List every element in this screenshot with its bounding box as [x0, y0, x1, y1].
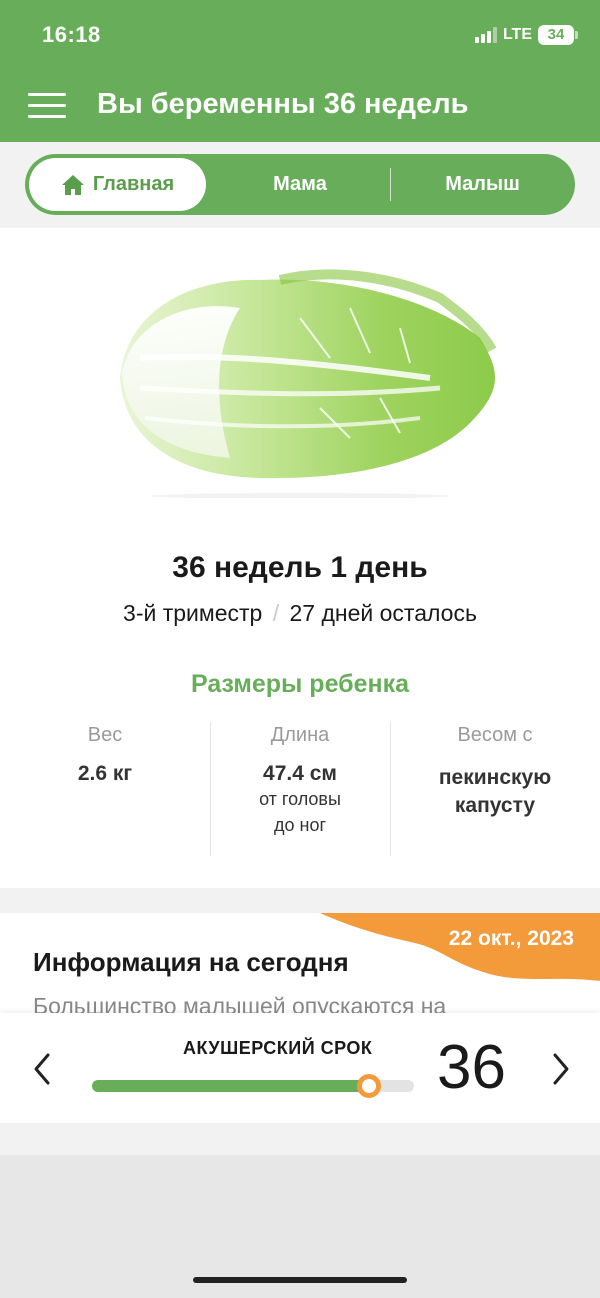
- home-icon: [61, 174, 84, 195]
- tab-mama[interactable]: Мама: [215, 158, 385, 211]
- tabs-bar: Главная Мама Малыш: [0, 142, 600, 228]
- week-summary-card: 36 недель 1 день 3-й триместр / 27 дней …: [0, 228, 600, 888]
- current-week-number: 36: [437, 1033, 506, 1102]
- signal-icon: [474, 27, 497, 43]
- prev-week-button[interactable]: [28, 1049, 58, 1089]
- hamburger-menu-icon[interactable]: [28, 90, 68, 122]
- baby-size-title: Размеры ребенка: [190, 670, 410, 698]
- length-note-1: от головы: [259, 789, 341, 809]
- compare-value-line-1: пекинскую: [438, 766, 552, 789]
- trimester-separator: /: [272, 600, 280, 626]
- segmented-tabs: Главная Мама Малыш: [25, 154, 575, 215]
- week-picker: АКУШЕРСКИЙ СРОК 36: [0, 1013, 600, 1123]
- column-divider: [390, 722, 391, 856]
- chevron-right-icon: [553, 1053, 569, 1085]
- status-indicators: LTE 34: [474, 25, 578, 45]
- obstetric-term-label: АКУШЕРСКИЙ СРОК: [183, 1038, 373, 1058]
- tab-baby[interactable]: Малыш: [395, 158, 570, 211]
- chevron-left-icon: [34, 1053, 50, 1085]
- compare-value-line-2: капусту: [454, 794, 536, 817]
- weight-value: 2.6 кг: [77, 762, 133, 785]
- tab-home-label: Главная: [92, 173, 175, 195]
- tab-home[interactable]: Главная: [29, 158, 206, 211]
- week-slider[interactable]: [92, 1074, 414, 1098]
- week-day-title: 36 недель 1 день: [172, 551, 428, 584]
- week-slider-thumb[interactable]: [356, 1074, 381, 1098]
- home-indicator[interactable]: [193, 1277, 407, 1283]
- tab-divider: [390, 168, 391, 201]
- days-left-text: 27 дней осталось: [289, 600, 477, 626]
- compare-column: Весом с пекинскую капусту: [405, 724, 585, 820]
- compare-value: пекинскую капусту: [405, 764, 585, 820]
- next-week-button[interactable]: [545, 1049, 575, 1089]
- info-date: 22 окт., 2023: [448, 927, 574, 950]
- status-bar: 16:18 LTE 34: [0, 0, 600, 70]
- trimester-line: 3-й триместр / 27 дней осталось: [0, 600, 600, 627]
- length-label: Длина: [270, 724, 330, 746]
- weight-label: Вес: [87, 724, 123, 746]
- app-header: Вы беременны 36 недель: [0, 70, 600, 142]
- battery-level: 34: [547, 26, 565, 43]
- weight-column: Вес 2.6 кг: [15, 724, 195, 786]
- length-column: Длина 47.4 см от головы до ног: [210, 724, 390, 838]
- tab-mama-label: Мама: [273, 173, 327, 195]
- trimester-text: 3-й триместр: [123, 600, 263, 626]
- status-time: 16:18: [42, 22, 101, 47]
- length-note-2: до ног: [273, 815, 327, 835]
- battery-icon: 34: [538, 25, 578, 45]
- length-value: 47.4 см: [263, 762, 337, 785]
- tab-baby-label: Малыш: [445, 173, 520, 195]
- network-type: LTE: [502, 26, 532, 43]
- napa-cabbage-image: [120, 269, 497, 498]
- info-title: Информация на сегодня: [33, 947, 349, 977]
- page-title: Вы беременны 36 недель: [97, 88, 469, 120]
- compare-label: Весом с: [457, 724, 533, 746]
- week-slider-fill: [92, 1080, 369, 1092]
